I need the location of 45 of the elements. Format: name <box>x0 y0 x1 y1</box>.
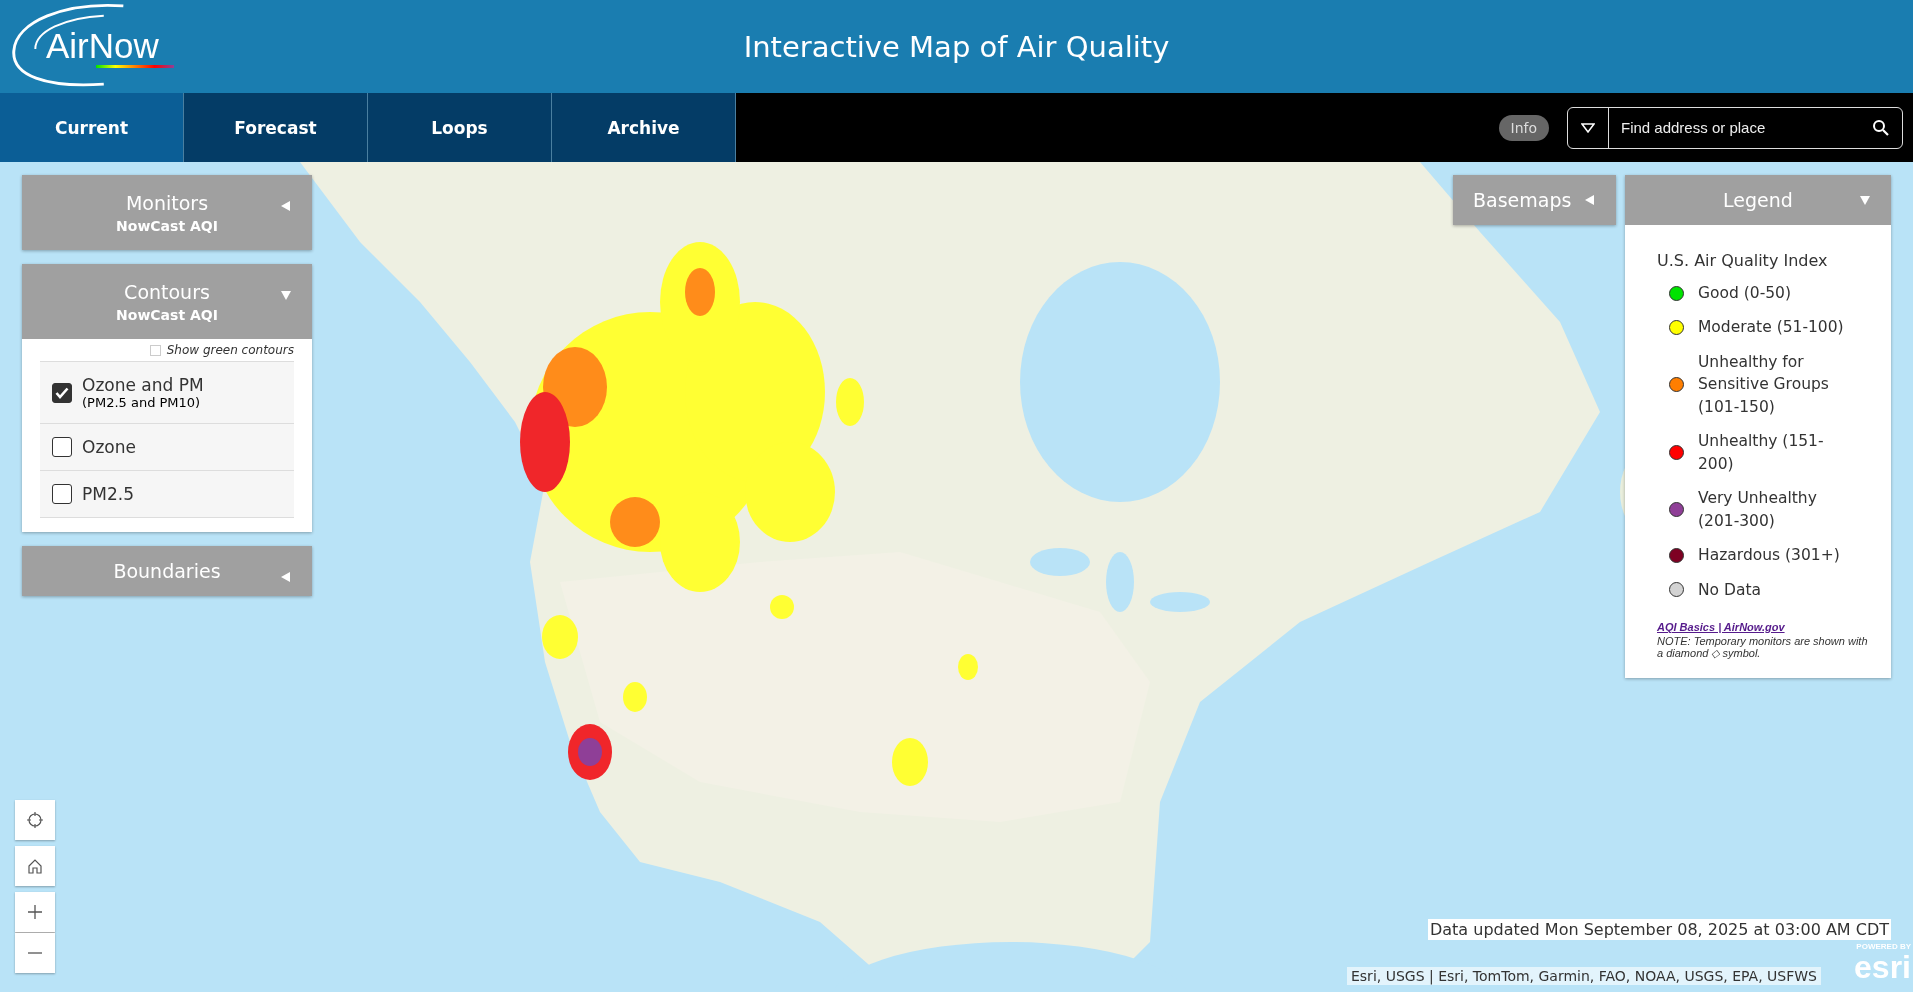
search-input[interactable]: Find address or place <box>1609 118 1872 137</box>
nav-tab[interactable]: Current <box>0 93 184 162</box>
option-label: Ozone and PM <box>82 375 204 395</box>
info-button[interactable]: Info <box>1498 114 1549 141</box>
option-row[interactable]: PM2.5 <box>40 470 294 518</box>
legend-heading: U.S. Air Quality Index <box>1657 251 1829 270</box>
triangle-down-icon[interactable] <box>280 289 292 301</box>
triangle-left-icon[interactable] <box>280 200 292 212</box>
aqi-link[interactable]: AQI Basics | AirNow.gov <box>1657 621 1785 634</box>
page-title: Interactive Map of Air Quality <box>743 29 1170 64</box>
option-row[interactable]: Ozone and PM (PM2.5 and PM10) <box>40 361 294 423</box>
minus-icon <box>27 951 43 955</box>
legend-note: NOTE: Temporary monitors are shown with a diamond ◇ symbol. <box>1657 635 1869 661</box>
legend-label: Good (0-50) <box>1698 283 1792 304</box>
triangle-down-icon[interactable] <box>1859 194 1871 206</box>
locate-button[interactable] <box>15 800 55 840</box>
triangle-left-icon[interactable] <box>280 571 292 583</box>
legend-label: Hazardous (301+) <box>1698 545 1841 567</box>
search-field[interactable]: Find address or place <box>1567 106 1903 149</box>
data-updated-text: Data updated Mon September 08, 2025 at 03:00 AM CDT <box>1427 919 1891 940</box>
zoom-in-button[interactable] <box>15 892 55 932</box>
legend-label: Very Unhealthy (201-300) <box>1698 488 1818 532</box>
home-button[interactable] <box>15 846 55 886</box>
plus-icon <box>27 904 43 920</box>
checkbox-label: Show green contours <box>166 343 294 357</box>
search-icon[interactable] <box>1872 118 1890 137</box>
nav-tab[interactable]: Forecast <box>184 93 368 162</box>
airnow-logo[interactable]: AirNow <box>4 2 184 90</box>
legend-label: Moderate (51-100) <box>1698 317 1845 339</box>
option-label: Ozone <box>82 437 136 457</box>
option-sublabel: (PM2.5 and PM10) <box>82 395 202 410</box>
option-row[interactable]: Ozone <box>40 423 294 470</box>
checkbox[interactable] <box>52 484 72 504</box>
triangle-left-icon[interactable] <box>1584 194 1596 206</box>
legend-label: Unhealthy for Sensitive Groups (101-150) <box>1698 351 1830 418</box>
nav-tab[interactable]: Loops <box>368 93 552 162</box>
option-label: PM2.5 <box>82 484 134 504</box>
crosshair-icon <box>27 812 43 828</box>
nav-tab[interactable]: Archive <box>552 93 736 162</box>
legend-label: No Data <box>1698 579 1762 601</box>
checkbox[interactable] <box>52 437 72 457</box>
checkbox[interactable] <box>52 382 72 403</box>
legend-label: Unhealthy (151-200) <box>1698 431 1825 475</box>
home-icon <box>27 858 43 874</box>
attribution-text: Esri, USGS | Esri, TomTom, Garmin, FAO, NOAA, USGS, EPA, USFWS <box>1347 967 1821 985</box>
